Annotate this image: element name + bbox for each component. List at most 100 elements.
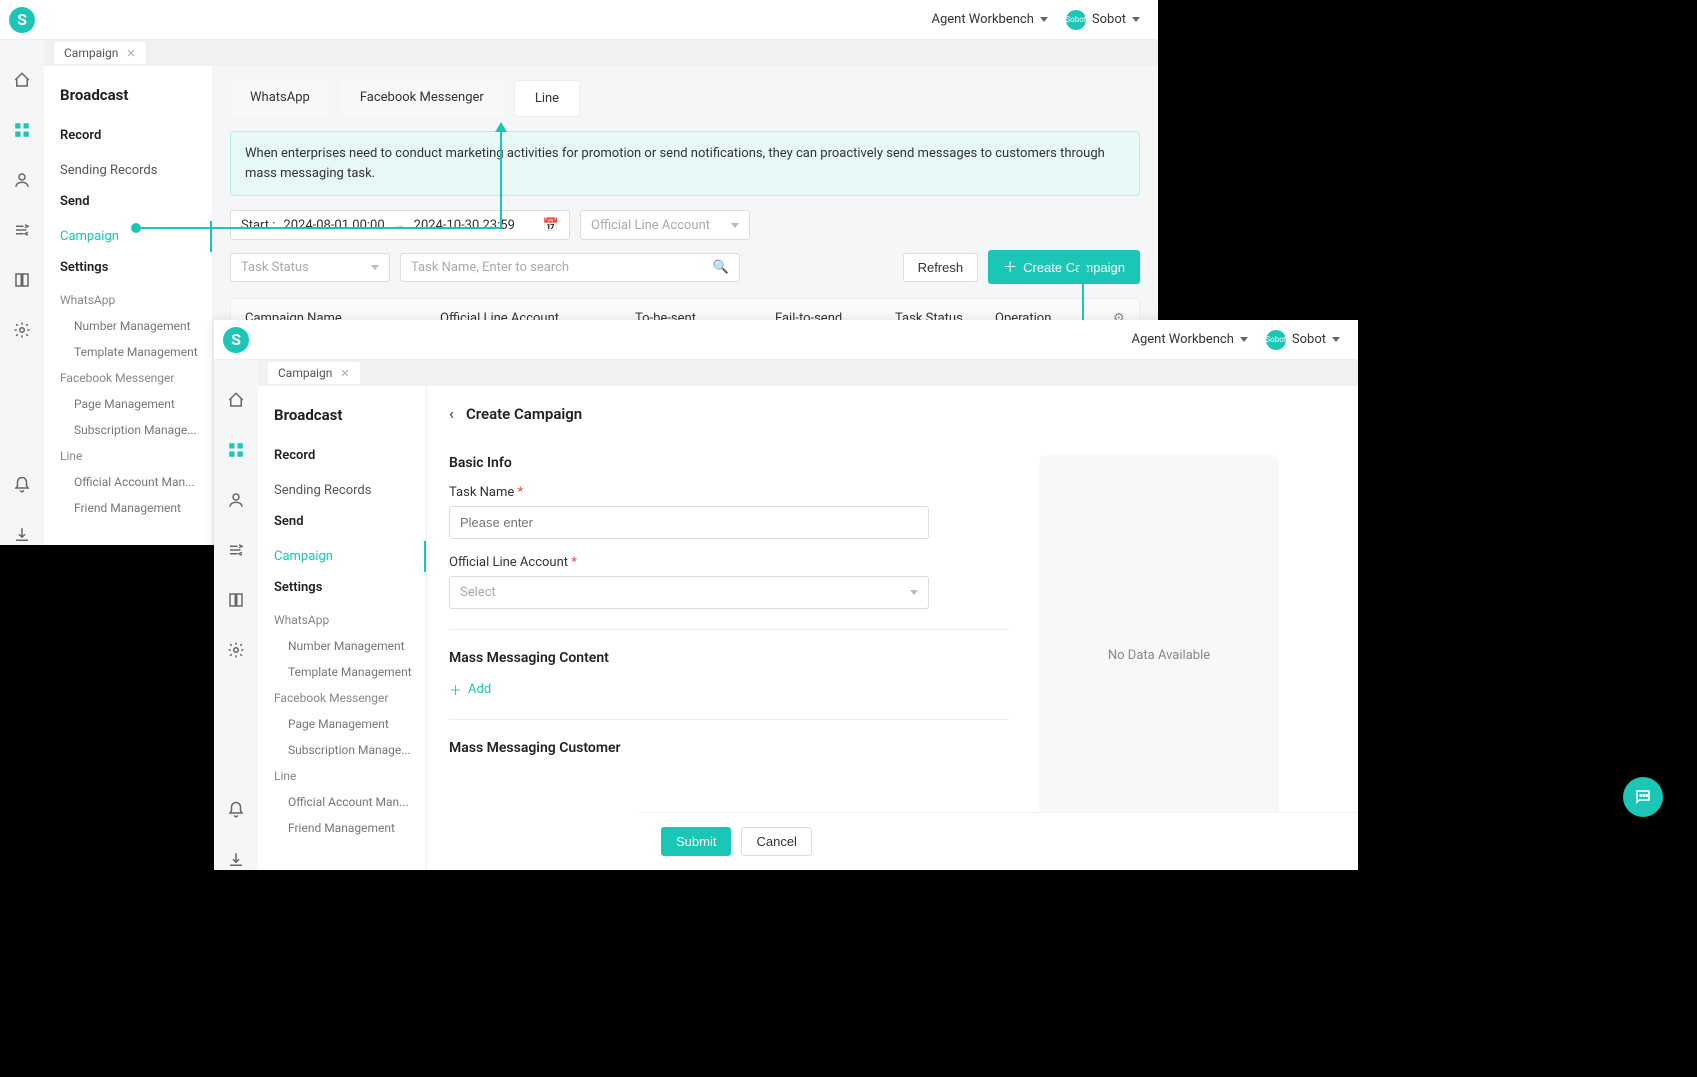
annotation-line <box>141 227 502 229</box>
nav-line-official[interactable]: Official Account Man... <box>274 789 414 815</box>
nav-fb-page[interactable]: Page Management <box>274 711 414 737</box>
chat-icon <box>1634 788 1652 806</box>
book-icon[interactable] <box>12 270 32 290</box>
help-fab[interactable] <box>1623 777 1663 817</box>
workspace-tab-campaign[interactable]: Campaign ✕ <box>268 362 360 384</box>
section-record: Record <box>60 128 212 143</box>
nav-wa-number[interactable]: Number Management <box>274 633 414 659</box>
close-icon[interactable]: ✕ <box>340 367 349 380</box>
add-content-button[interactable]: ＋ Add <box>449 680 1009 699</box>
task-name-input[interactable] <box>449 506 929 539</box>
annotation-dot <box>131 223 141 233</box>
group-line: Line <box>60 443 212 469</box>
tab-label: Campaign <box>64 46 118 60</box>
sidebar-title: Broadcast <box>60 86 212 104</box>
apps-icon[interactable] <box>12 120 32 140</box>
section-basic-info: Basic Info <box>449 455 1009 471</box>
tab-whatsapp[interactable]: WhatsApp <box>230 80 330 117</box>
app-header: S Agent Workbench Sobot Sobot <box>0 0 1158 40</box>
book-icon[interactable] <box>226 590 246 610</box>
flow-icon[interactable] <box>12 220 32 240</box>
create-campaign-panel: ‹ Create Campaign Basic Info Task Name *… <box>426 386 1358 870</box>
chevron-down-icon <box>910 590 918 595</box>
preview-panel: No Data Available <box>1039 455 1279 855</box>
plus-icon: ＋ <box>449 680 462 699</box>
account-select[interactable]: Official Line Account <box>580 210 750 240</box>
nav-wa-number[interactable]: Number Management <box>60 313 200 339</box>
user-icon[interactable] <box>12 170 32 190</box>
annotation-arrow-up <box>495 122 507 132</box>
group-line: Line <box>274 763 426 789</box>
download-icon[interactable] <box>226 850 246 870</box>
section-settings: Settings <box>274 580 426 595</box>
divider <box>449 719 1009 720</box>
breadcrumb: ‹ Create Campaign <box>427 386 1358 441</box>
nav-sending-records[interactable]: Sending Records <box>60 155 212 186</box>
app-logo[interactable]: S <box>214 327 258 353</box>
nav-campaign[interactable]: Campaign <box>274 541 426 572</box>
tab-label: Campaign <box>278 366 332 380</box>
back-icon[interactable]: ‹ <box>449 404 454 423</box>
account-select[interactable]: Select <box>449 576 929 609</box>
chevron-down-icon <box>731 223 739 228</box>
annotation-line <box>500 131 502 228</box>
window-create-campaign: S Agent Workbench Sobot Sobot Campaign ✕ <box>214 320 1358 870</box>
user-icon[interactable] <box>226 490 246 510</box>
date-range-picker[interactable]: Start : 2024-08-01 00:00 → 2024-10-30 23… <box>230 210 570 240</box>
nav-line-official[interactable]: Official Account Man... <box>60 469 200 495</box>
icon-sidebar <box>214 360 258 870</box>
refresh-button[interactable]: Refresh <box>903 253 979 282</box>
workbench-dropdown[interactable]: Agent Workbench <box>931 12 1047 27</box>
section-send: Send <box>60 194 212 209</box>
nav-sidebar: Broadcast Record Sending Records Send Ca… <box>44 66 212 545</box>
gear-icon[interactable] <box>226 640 246 660</box>
status-select[interactable]: Task Status <box>230 253 390 282</box>
info-banner: When enterprises need to conduct marketi… <box>230 131 1140 196</box>
nav-wa-template[interactable]: Template Management <box>274 659 414 685</box>
chevron-down-icon <box>371 265 379 270</box>
close-icon[interactable]: ✕ <box>126 47 135 60</box>
tab-line[interactable]: Line <box>514 80 580 117</box>
nav-sidebar: Broadcast Record Sending Records Send Ca… <box>258 386 426 870</box>
nav-fb-page[interactable]: Page Management <box>60 391 200 417</box>
bell-icon[interactable] <box>12 475 32 495</box>
gear-icon[interactable] <box>12 320 32 340</box>
form-footer: Submit Cancel <box>639 812 1358 870</box>
add-label: Add <box>468 682 491 697</box>
plus-icon: ＋ <box>1003 257 1017 277</box>
search-input[interactable]: Task Name, Enter to search 🔍 <box>400 253 740 282</box>
home-icon[interactable] <box>12 70 32 90</box>
workspace-tabs: Campaign ✕ <box>258 360 1358 386</box>
nav-wa-template[interactable]: Template Management <box>60 339 200 365</box>
divider <box>449 629 1009 630</box>
app-logo[interactable]: S <box>0 7 44 33</box>
nav-fb-sub[interactable]: Subscription Manage... <box>60 417 200 443</box>
nav-line-friend[interactable]: Friend Management <box>60 495 200 521</box>
user-name: Sobot <box>1292 332 1326 347</box>
user-menu[interactable]: Sobot Sobot <box>1266 330 1340 350</box>
download-icon[interactable] <box>12 525 32 545</box>
create-campaign-button[interactable]: ＋ Create Campaign <box>988 250 1140 284</box>
caret-down-icon <box>1332 337 1340 342</box>
workspace-tab-campaign[interactable]: Campaign ✕ <box>54 42 146 64</box>
group-whatsapp: WhatsApp <box>274 607 426 633</box>
caret-down-icon <box>1240 337 1248 342</box>
caret-down-icon <box>1040 17 1048 22</box>
nav-line-friend[interactable]: Friend Management <box>274 815 414 841</box>
nav-sending-records[interactable]: Sending Records <box>274 475 426 506</box>
task-name-label: Task Name * <box>449 485 1009 500</box>
group-fb: Facebook Messenger <box>60 365 212 391</box>
home-icon[interactable] <box>226 390 246 410</box>
tab-facebook[interactable]: Facebook Messenger <box>340 80 504 117</box>
user-menu[interactable]: Sobot Sobot <box>1066 10 1140 30</box>
workbench-dropdown[interactable]: Agent Workbench <box>1131 332 1247 347</box>
account-placeholder: Select <box>460 585 496 600</box>
cancel-button[interactable]: Cancel <box>741 827 811 856</box>
bell-icon[interactable] <box>226 800 246 820</box>
calendar-icon: 📅 <box>543 218 559 233</box>
search-icon: 🔍 <box>713 260 729 275</box>
nav-fb-sub[interactable]: Subscription Manage... <box>274 737 414 763</box>
apps-icon[interactable] <box>226 440 246 460</box>
submit-button[interactable]: Submit <box>661 827 731 856</box>
flow-icon[interactable] <box>226 540 246 560</box>
